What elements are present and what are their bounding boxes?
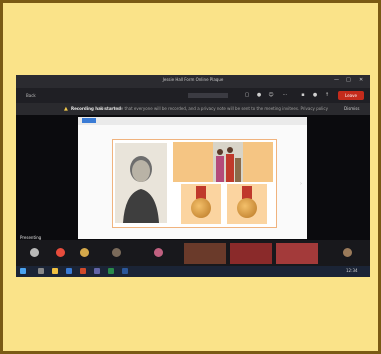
maximize-button[interactable]: □ xyxy=(346,77,351,83)
participant-video-3[interactable] xyxy=(276,243,318,264)
medal-2 xyxy=(237,198,257,218)
participant-video-1[interactable] xyxy=(184,243,226,264)
people-icon[interactable]: ● xyxy=(256,93,262,98)
warning-icon: ▲ xyxy=(64,106,68,112)
participant-avatar-1[interactable] xyxy=(30,248,39,257)
folder-icon[interactable] xyxy=(52,268,58,274)
share-icon[interactable]: ↑ xyxy=(324,93,330,98)
recording-banner: ▲ Recording has started Please note that… xyxy=(16,103,370,115)
more-icon[interactable]: ⋯ xyxy=(282,93,288,98)
search-icon[interactable] xyxy=(38,268,44,274)
participant-avatar-4[interactable] xyxy=(112,248,121,257)
react-icon[interactable]: ☺ xyxy=(268,93,274,98)
minimize-button[interactable]: — xyxy=(334,77,339,83)
portrait-image xyxy=(115,143,167,223)
shared-window-tab xyxy=(82,118,96,123)
participant-avatar-2[interactable] xyxy=(56,248,65,257)
participant-avatar-6[interactable] xyxy=(343,248,352,257)
screen: Jessie Hall Form Online Plaque — □ ✕ Bac… xyxy=(16,75,370,277)
shared-screen xyxy=(78,117,307,239)
meeting-info-button[interactable] xyxy=(188,93,228,98)
chat-icon[interactable]: ▢ xyxy=(244,93,250,98)
chrome-icon[interactable] xyxy=(80,268,86,274)
excel-icon[interactable] xyxy=(108,268,114,274)
next-arrow-icon[interactable]: › xyxy=(300,181,302,187)
word-icon[interactable] xyxy=(122,268,128,274)
back-button[interactable]: Back xyxy=(26,93,36,98)
medal-image-1 xyxy=(181,184,221,224)
medal-image-2 xyxy=(227,184,267,224)
mic-icon[interactable]: ● xyxy=(312,93,318,98)
outer-frame: Jessie Hall Form Online Plaque — □ ✕ Bac… xyxy=(0,0,381,354)
participant-video-2[interactable] xyxy=(230,243,272,264)
portrait-drawing xyxy=(123,156,159,223)
presentation-slide xyxy=(112,139,277,228)
teams-icon[interactable] xyxy=(94,268,100,274)
dismiss-button[interactable]: Dismiss xyxy=(344,106,359,111)
leave-button[interactable]: Leave xyxy=(338,91,364,100)
shared-window-toolbar xyxy=(78,117,307,125)
camera-icon[interactable]: ▪ xyxy=(300,93,306,98)
participant-avatar-5[interactable] xyxy=(154,248,163,257)
close-button[interactable]: ✕ xyxy=(359,77,363,83)
banner-message: Please note that everyone will be record… xyxy=(100,106,328,111)
award-photo-background xyxy=(173,142,273,182)
start-icon[interactable] xyxy=(20,268,26,274)
award-photo xyxy=(213,142,243,182)
participant-avatar-3[interactable] xyxy=(80,248,89,257)
window-title: Jessie Hall Form Online Plaque xyxy=(162,77,224,82)
award-photo-figures xyxy=(216,147,241,182)
taskbar-clock: 12:34 xyxy=(346,268,358,273)
edge-icon[interactable] xyxy=(66,268,72,274)
window-titlebar: Jessie Hall Form Online Plaque — □ ✕ xyxy=(16,75,370,88)
meeting-toolbar: Back ▢ ● ☺ ⋯ ▪ ● ↑ Leave xyxy=(16,88,370,103)
medal-1 xyxy=(191,198,211,218)
